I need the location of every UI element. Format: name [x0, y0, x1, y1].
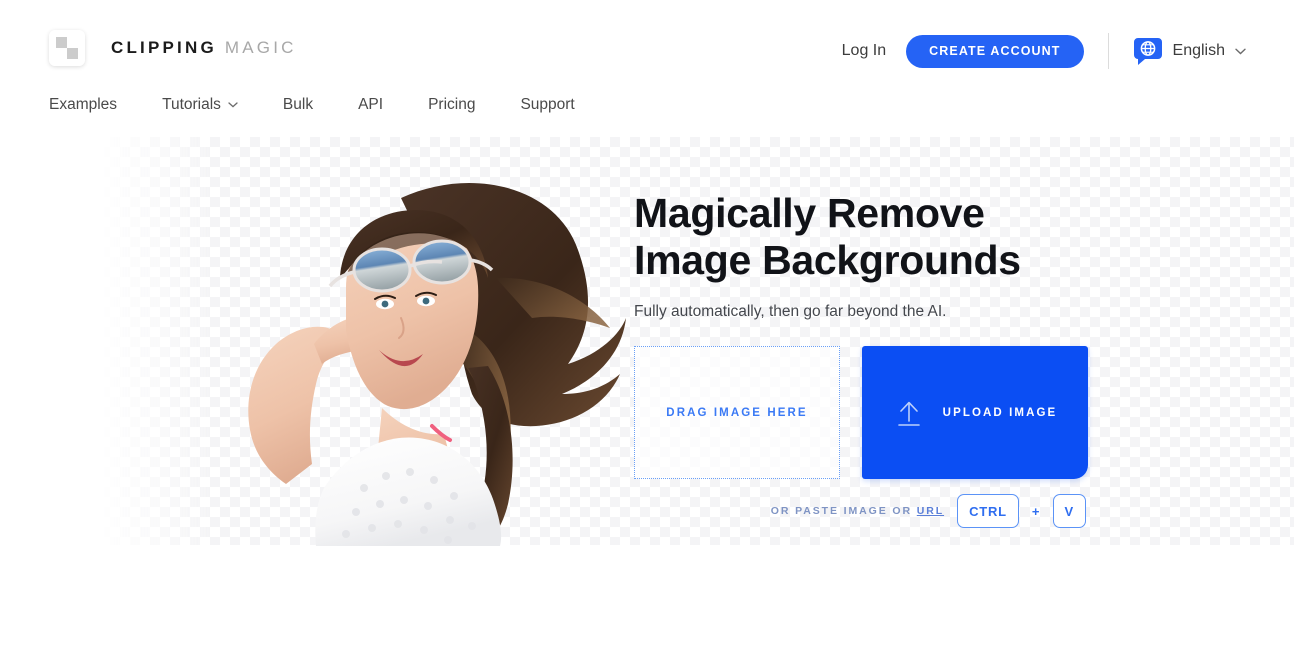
key-ctrl[interactable]: CTRL [957, 494, 1019, 528]
upload-button-label: UPLOAD IMAGE [942, 406, 1058, 419]
upload-image-button[interactable]: UPLOAD IMAGE [862, 346, 1088, 479]
site-header: CLIPPING MAGIC Log In CREATE ACCOUNT Engl… [0, 0, 1294, 137]
paste-hint-row: OR PASTE IMAGE OR URL CTRL + V [634, 494, 1086, 528]
nav-label-support: Support [520, 96, 575, 113]
brand-word-magic: MAGIC [224, 38, 297, 57]
nav-label-tutorials: Tutorials [162, 96, 221, 113]
globe-speech-bubble-icon [1133, 38, 1162, 65]
paste-hint-text: OR PASTE IMAGE OR URL [771, 505, 944, 517]
nav-label-pricing: Pricing [428, 96, 476, 113]
paste-url-link[interactable]: URL [917, 505, 944, 517]
hero-subtitle: Fully automatically, then go far beyond … [634, 303, 947, 320]
key-plus-separator: + [1031, 503, 1040, 519]
upload-controls: DRAG IMAGE HERE UPLOAD IMAGE [634, 346, 1088, 479]
brand-wordmark: CLIPPING MAGIC [111, 38, 297, 58]
create-account-button[interactable]: CREATE ACCOUNT [906, 34, 1084, 68]
nav-item-tutorials[interactable]: Tutorials [162, 96, 238, 114]
hero-copy: Magically Remove Image Backgrounds Fully… [634, 190, 1114, 321]
nav-item-pricing[interactable]: Pricing [428, 96, 475, 114]
paste-hint-prefix: OR PASTE IMAGE OR [770, 505, 917, 517]
chevron-down-icon [228, 102, 238, 108]
dropzone-label: DRAG IMAGE HERE [666, 406, 808, 419]
nav-item-bulk[interactable]: Bulk [283, 96, 313, 114]
headline-line-1: Magically Remove [634, 190, 985, 236]
nav-label-examples: Examples [49, 96, 118, 113]
language-selector[interactable]: English [1133, 36, 1246, 66]
main-navigation: Examples Tutorials Bulk API Pricing Supp… [49, 96, 575, 114]
clipping-magic-landing-page: CLIPPING MAGIC Log In CREATE ACCOUNT Engl… [0, 0, 1294, 655]
nav-item-examples[interactable]: Examples [49, 96, 117, 114]
brand-word-clipping: CLIPPING [111, 38, 217, 57]
nav-item-api[interactable]: API [358, 96, 383, 114]
log-in-link[interactable]: Log In [842, 35, 886, 67]
drag-image-dropzone[interactable]: DRAG IMAGE HERE [634, 346, 840, 479]
checkerboard-logo-icon [49, 30, 85, 66]
language-label: English [1172, 42, 1225, 59]
brand-logo-link[interactable]: CLIPPING MAGIC [49, 30, 297, 66]
key-v[interactable]: V [1052, 494, 1086, 528]
header-divider [1107, 33, 1109, 69]
page-title: Magically Remove Image Backgrounds [634, 190, 1114, 284]
header-actions: Log In CREATE ACCOUNT English [842, 33, 1246, 69]
headline-line-2: Image Backgrounds [634, 237, 1021, 283]
nav-label-api: API [358, 96, 384, 113]
nav-item-support[interactable]: Support [520, 96, 574, 114]
nav-label-bulk: Bulk [282, 96, 314, 113]
upload-arrow-icon [897, 401, 920, 426]
chevron-down-icon [1235, 48, 1246, 54]
